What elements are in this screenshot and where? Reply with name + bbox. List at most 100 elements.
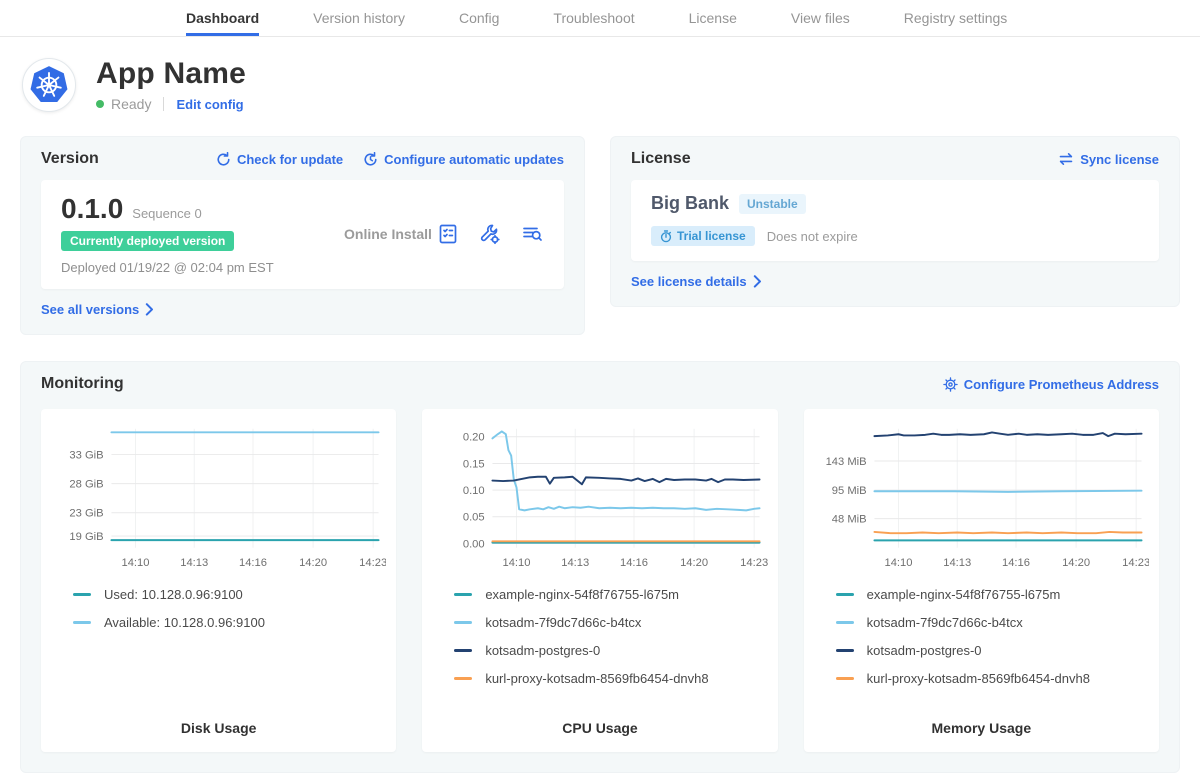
legend-item: Used: 10.128.0.96:9100 [73, 587, 386, 602]
configure-automatic-updates-button[interactable]: Configure automatic updates [363, 152, 564, 167]
sync-license-button[interactable]: Sync license [1058, 152, 1159, 167]
svg-text:14:13: 14:13 [180, 557, 208, 569]
svg-text:14:16: 14:16 [239, 557, 267, 569]
legend-item: kotsadm-postgres-0 [454, 643, 767, 658]
top-navigation: Dashboard Version history Config Trouble… [0, 0, 1200, 37]
legend-color-dash [454, 649, 472, 652]
license-card: License Sync license Big Bank Unstable T… [610, 136, 1180, 307]
see-license-details-link[interactable]: See license details [631, 274, 762, 289]
svg-text:0.10: 0.10 [463, 485, 485, 497]
edit-config-link[interactable]: Edit config [176, 97, 243, 112]
clock-refresh-icon [363, 152, 378, 167]
monitoring-title: Monitoring [41, 375, 124, 393]
legend-label: example-nginx-54f8f76755-l675m [867, 587, 1061, 602]
version-number: 0.1.0 [61, 193, 123, 225]
tab-dashboard[interactable]: Dashboard [186, 0, 259, 36]
chevron-right-icon [753, 275, 762, 288]
license-card-title: License [631, 150, 691, 168]
version-card-title: Version [41, 150, 99, 168]
legend-color-dash [836, 593, 854, 596]
legend-color-dash [836, 649, 854, 652]
tab-license[interactable]: License [689, 0, 737, 36]
tab-version-history[interactable]: Version history [313, 0, 405, 36]
config-wrench-icon[interactable] [478, 222, 502, 246]
cpu-usage-chart: 14:10 14:13 14:16 14:20 14:23 0.20 0.15 0.10 0.0… [432, 421, 767, 575]
tab-view-files[interactable]: View files [791, 0, 850, 36]
divider [163, 97, 164, 111]
disk-usage-legend: Used: 10.128.0.96:9100 Available: 10.128.… [73, 587, 386, 643]
svg-text:28 GiB: 28 GiB [69, 478, 103, 490]
legend-item: kotsadm-7f9dc7d66c-b4tcx [836, 615, 1149, 630]
gear-icon [943, 377, 958, 392]
legend-item: example-nginx-54f8f76755-l675m [454, 587, 767, 602]
deployed-badge: Currently deployed version [61, 231, 234, 251]
version-card: Version Check for update Configure autom… [20, 136, 585, 335]
svg-text:143 MiB: 143 MiB [825, 456, 866, 468]
deployed-timestamp: Deployed 01/19/22 @ 02:04 pm EST [61, 260, 316, 275]
legend-label: example-nginx-54f8f76755-l675m [485, 587, 679, 602]
channel-badge: Unstable [739, 194, 806, 214]
svg-text:14:13: 14:13 [562, 557, 590, 569]
svg-text:14:16: 14:16 [1002, 557, 1030, 569]
memory-usage-panel: 14:1014:1314:1614:2014:23143 MiB95 MiB48… [804, 409, 1159, 752]
memory-usage-legend: example-nginx-54f8f76755-l675m kotsadm-7f… [836, 587, 1149, 699]
license-expiration: Does not expire [767, 229, 858, 244]
disk-usage-chart: 14:10 14:13 14:16 14:20 14:23 33 GiB 28 GiB 23 … [51, 421, 386, 575]
tab-registry-settings[interactable]: Registry settings [904, 0, 1007, 36]
current-version-panel: 0.1.0 Sequence 0 Currently deployed vers… [41, 180, 564, 289]
sequence-label: Sequence 0 [132, 206, 201, 221]
svg-text:95 MiB: 95 MiB [831, 485, 866, 497]
svg-text:14:10: 14:10 [503, 557, 531, 569]
stopwatch-icon [660, 230, 672, 243]
refresh-icon [216, 152, 231, 167]
chart-title: CPU Usage [432, 712, 767, 736]
legend-label: kotsadm-7f9dc7d66c-b4tcx [485, 615, 641, 630]
app-header: App Name Ready Edit config [0, 37, 1200, 120]
license-panel: Big Bank Unstable Trial license Does not… [631, 180, 1159, 261]
svg-text:19 GiB: 19 GiB [69, 531, 103, 543]
legend-label: kotsadm-7f9dc7d66c-b4tcx [867, 615, 1023, 630]
legend-item: Available: 10.128.0.96:9100 [73, 615, 386, 630]
chart-title: Disk Usage [51, 712, 386, 736]
svg-text:33 GiB: 33 GiB [69, 449, 103, 461]
legend-item: kotsadm-7f9dc7d66c-b4tcx [454, 615, 767, 630]
legend-label: kotsadm-postgres-0 [867, 643, 982, 658]
see-all-versions-link[interactable]: See all versions [41, 302, 154, 317]
legend-color-dash [836, 621, 854, 624]
svg-text:0.20: 0.20 [463, 432, 485, 444]
svg-text:14:23: 14:23 [359, 557, 386, 569]
status-dot [96, 100, 104, 108]
memory-usage-chart: 14:1014:1314:1614:2014:23143 MiB95 MiB48… [814, 421, 1149, 575]
legend-label: kotsadm-postgres-0 [485, 643, 600, 658]
svg-text:14:20: 14:20 [680, 557, 708, 569]
svg-text:23 GiB: 23 GiB [69, 508, 103, 520]
cpu-usage-panel: 14:10 14:13 14:16 14:20 14:23 0.20 0.15 0.10 0.0… [422, 409, 777, 752]
status-badge: Ready [111, 96, 151, 112]
legend-color-dash [454, 677, 472, 680]
tab-troubleshoot[interactable]: Troubleshoot [553, 0, 634, 36]
legend-item: kurl-proxy-kotsadm-8569fb6454-dnvh8 [836, 671, 1149, 686]
legend-color-dash [454, 621, 472, 624]
legend-label: Available: 10.128.0.96:9100 [104, 615, 265, 630]
legend-color-dash [73, 593, 91, 596]
monitoring-section: Monitoring Configure Prometheus Address … [20, 361, 1180, 773]
page-title: App Name [96, 57, 246, 91]
preflight-checks-icon[interactable] [436, 222, 460, 246]
svg-text:14:23: 14:23 [1122, 557, 1149, 569]
svg-text:48 MiB: 48 MiB [831, 513, 866, 525]
configure-prometheus-button[interactable]: Configure Prometheus Address [943, 377, 1159, 392]
svg-text:14:20: 14:20 [1062, 557, 1090, 569]
svg-text:14:10: 14:10 [884, 557, 912, 569]
svg-text:0.00: 0.00 [463, 538, 485, 550]
svg-text:14:20: 14:20 [299, 557, 327, 569]
svg-text:14:10: 14:10 [121, 557, 149, 569]
svg-text:0.15: 0.15 [463, 458, 485, 470]
legend-item: kotsadm-postgres-0 [836, 643, 1149, 658]
legend-color-dash [836, 677, 854, 680]
svg-text:14:23: 14:23 [741, 557, 768, 569]
tab-config[interactable]: Config [459, 0, 499, 36]
cpu-usage-legend: example-nginx-54f8f76755-l675m kotsadm-7f… [454, 587, 767, 699]
svg-text:14:16: 14:16 [620, 557, 648, 569]
check-for-update-button[interactable]: Check for update [216, 152, 343, 167]
deploy-logs-icon[interactable] [520, 222, 544, 246]
